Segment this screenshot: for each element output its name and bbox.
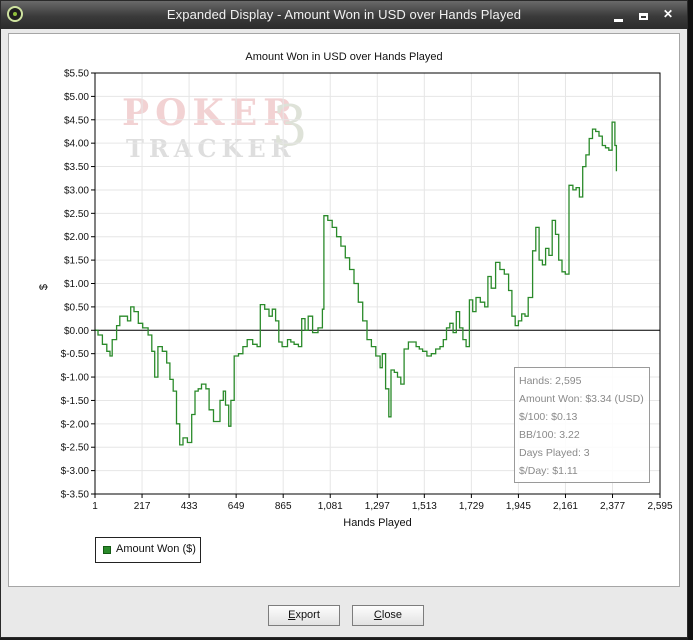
y-tick-label-15: $-2.00	[61, 419, 90, 430]
x-tick-label-5: 1,081	[318, 501, 343, 512]
y-tick-label-0: $5.50	[64, 69, 89, 80]
x-tick-label-1: 217	[134, 501, 151, 512]
y-tick-label-16: $-2.50	[61, 443, 90, 454]
x-tick-label-2: 433	[181, 501, 198, 512]
x-tick-label-3: 649	[228, 501, 245, 512]
y-tick-label-8: $1.50	[64, 256, 89, 267]
close-label-rest: lose	[381, 609, 403, 621]
x-tick-label-0: 1	[92, 501, 98, 512]
close-button[interactable]: Close	[352, 605, 424, 626]
line-chart: $5.50 $5.00 $4.50 $4.00 $3.50 $3.00 $2.50 $2.00…	[38, 69, 673, 530]
stat-days-played: Days Played: 3	[519, 447, 590, 459]
y-tick-label-5: $3.00	[64, 185, 89, 196]
y-tick-label-18: $-3.50	[61, 490, 90, 501]
y-axis-label: $	[38, 284, 50, 290]
x-tick-label-8: 1,729	[459, 501, 484, 512]
legend-swatch-amount-won	[103, 546, 111, 554]
y-tick-label-13: $-1.00	[61, 373, 90, 384]
y-tick-label-12: $-0.50	[61, 349, 90, 360]
stats-summary-box: Hands: 2,595 Amount Won: $3.34 (USD) $/1…	[514, 367, 650, 483]
close-accelerator: C	[373, 609, 382, 621]
x-tick-label-12: 2,595	[647, 501, 672, 512]
y-tick-label-1: $5.00	[64, 92, 89, 103]
y-tick-label-7: $2.00	[64, 232, 89, 243]
stat-dollars-per-100: $/100: $0.13	[519, 411, 578, 423]
legend-label-amount-won: Amount Won ($)	[116, 543, 196, 555]
expanded-display-window: Expanded Display - Amount Won in USD ove…	[0, 0, 688, 638]
x-tick-label-4: 865	[275, 501, 292, 512]
stat-bb-per-100: BB/100: 3.22	[519, 429, 580, 441]
y-tick-label-4: $3.50	[64, 162, 89, 173]
export-label-rest: xport	[295, 609, 320, 621]
x-tick-label-7: 1,513	[412, 501, 437, 512]
x-tick-label-10: 2,161	[553, 501, 578, 512]
y-tick-label-17: $-3.00	[61, 466, 90, 477]
chart-legend: Amount Won ($)	[95, 537, 201, 563]
y-axis-ticks: $5.50 $5.00 $4.50 $4.00 $3.50 $3.00 $2.50 $2.00…	[61, 69, 95, 501]
y-tick-label-11: $0.00	[64, 326, 89, 337]
background-edge	[688, 0, 693, 640]
export-button[interactable]: Export	[268, 605, 340, 626]
x-tick-label-11: 2,377	[600, 501, 625, 512]
y-tick-label-9: $1.00	[64, 279, 89, 290]
y-tick-label-14: $-1.50	[61, 396, 90, 407]
x-axis-ticks: 1 217 433 649 865 1,081 1,297 1,513 1,729 1,945 2,…	[92, 494, 673, 512]
stat-hands: Hands: 2,595	[519, 375, 582, 387]
x-tick-label-6: 1,297	[365, 501, 390, 512]
x-axis-label: Hands Played	[343, 517, 412, 529]
stat-amount-won: Amount Won: $3.34 (USD)	[519, 393, 644, 405]
stat-dollars-per-day: $/Day: $1.11	[519, 465, 578, 477]
y-tick-label-10: $0.50	[64, 302, 89, 313]
y-tick-label-6: $2.50	[64, 209, 89, 220]
y-tick-label-2: $4.50	[64, 115, 89, 126]
x-tick-label-9: 1,945	[506, 501, 531, 512]
y-tick-label-3: $4.00	[64, 139, 89, 150]
